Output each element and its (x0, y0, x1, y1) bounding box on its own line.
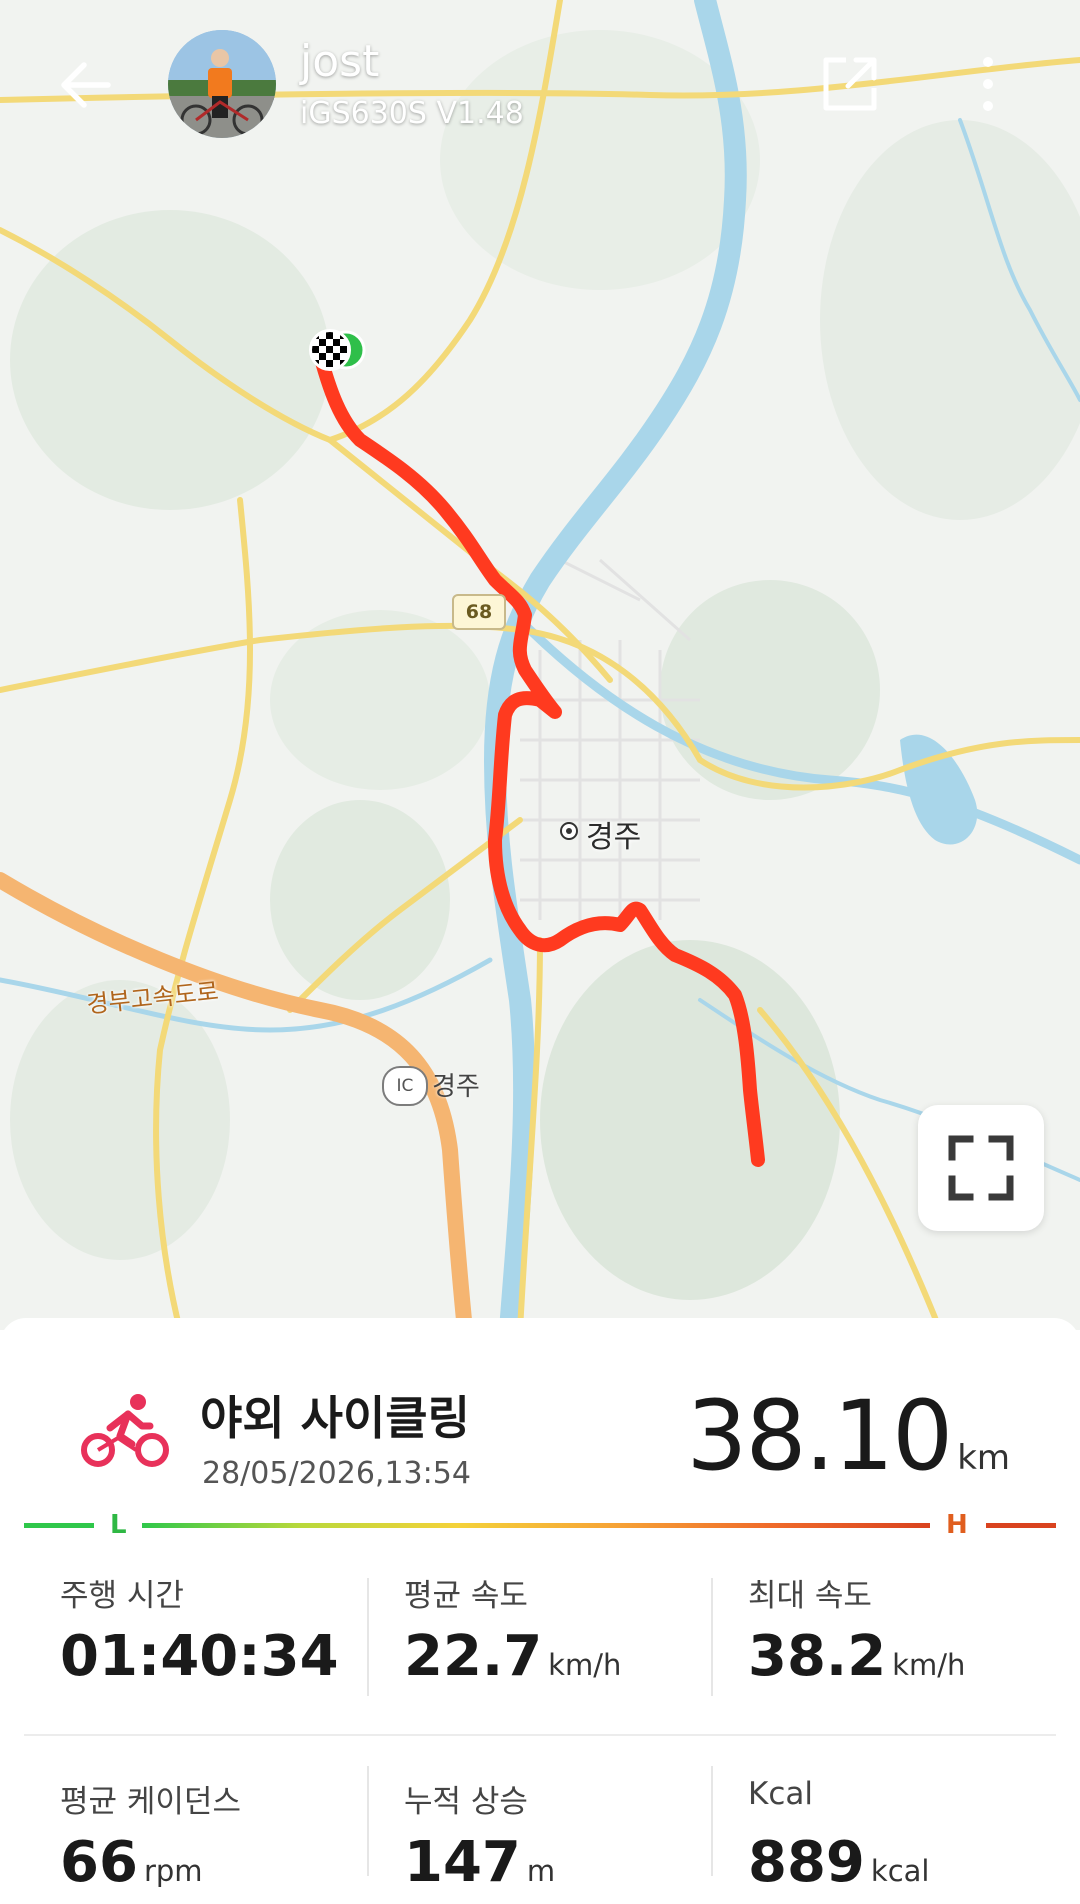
header-bar: jost iGS630S V1.48 (0, 0, 1080, 190)
stat-number: 38.2 (748, 1624, 887, 1689)
stat-value: 66 rpm (60, 1830, 203, 1895)
total-distance: 38.10 km (686, 1380, 1010, 1492)
stat-label: 평균 케이던스 (60, 1784, 241, 1820)
stat-elevation-gain: 누적 상승 147 m (368, 1776, 712, 1904)
stat-number: 22.7 (404, 1624, 543, 1689)
terrain-area (540, 940, 840, 1300)
user-name: jost (300, 36, 380, 87)
avatar[interactable] (168, 30, 276, 138)
city-marker-icon (560, 822, 578, 840)
fullscreen-button[interactable] (918, 1105, 1044, 1231)
more-options-button[interactable] (968, 52, 1008, 116)
share-icon (823, 57, 877, 111)
stat-value: 38.2 km/h (748, 1624, 965, 1689)
stat-unit: kcal (870, 1854, 930, 1888)
stat-unit: km/h (548, 1648, 622, 1682)
share-button[interactable] (818, 52, 882, 116)
ic-badge: IC (382, 1066, 428, 1106)
back-button[interactable] (52, 50, 122, 120)
stat-unit: km/h (892, 1648, 966, 1682)
stat-number: 01:40:34 (60, 1624, 339, 1689)
fullscreen-icon (948, 1135, 1014, 1201)
arrow-left-icon (61, 62, 111, 108)
stat-value: 22.7 km/h (404, 1624, 621, 1689)
stat-max-speed: 최대 속도 38.2 km/h (712, 1570, 1056, 1698)
stat-label: Kcal (748, 1776, 813, 1812)
terrain-area (270, 800, 450, 1000)
terrain-area (10, 210, 330, 510)
stat-avg-speed: 평균 속도 22.7 km/h (368, 1570, 712, 1698)
scale-low-label: L (110, 1510, 127, 1540)
stat-unit: m (526, 1854, 556, 1888)
activity-datetime: 28/05/2026,13:54 (202, 1456, 471, 1491)
intensity-scale: L H (24, 1510, 1056, 1540)
stat-label: 최대 속도 (748, 1578, 872, 1614)
scale-high-segment (986, 1523, 1056, 1528)
stat-label: 누적 상승 (404, 1784, 528, 1820)
device-name: iGS630S V1.48 (300, 96, 524, 131)
route-map[interactable]: 68 경주 경부고속도로 IC 경주 jost iGS630S V1.48 (0, 0, 1080, 1330)
ic-label: 경주 (432, 1072, 480, 1102)
stat-number: 147 (404, 1830, 521, 1895)
road-number-badge: 68 (452, 594, 506, 630)
scale-low-segment (24, 1523, 94, 1528)
cycling-icon (80, 1392, 170, 1472)
distance-value: 38.10 (686, 1380, 953, 1492)
scale-high-label: H (946, 1510, 968, 1540)
distance-unit: km (957, 1438, 1010, 1478)
stat-value: 01:40:34 (60, 1624, 339, 1689)
divider (24, 1734, 1056, 1736)
stat-label: 주행 시간 (60, 1578, 184, 1614)
stat-avg-cadence: 평균 케이던스 66 rpm (24, 1776, 368, 1904)
avatar-photo (168, 30, 276, 138)
stat-label: 평균 속도 (404, 1578, 528, 1614)
finish-flag-icon (309, 329, 351, 371)
stat-value: 147 m (404, 1830, 555, 1895)
stat-unit: rpm (143, 1854, 203, 1888)
stat-number: 66 (60, 1830, 138, 1895)
stat-number: 889 (748, 1830, 865, 1895)
activity-type: 야외 사이클링 (200, 1391, 470, 1445)
scale-gradient-bar (142, 1523, 930, 1528)
more-vertical-icon (983, 57, 993, 111)
stat-calories: Kcal 889 kcal (712, 1776, 1056, 1904)
stat-ride-time: 주행 시간 01:40:34 (24, 1570, 368, 1698)
city-label: 경주 (586, 820, 642, 855)
stat-value: 889 kcal (748, 1830, 929, 1895)
